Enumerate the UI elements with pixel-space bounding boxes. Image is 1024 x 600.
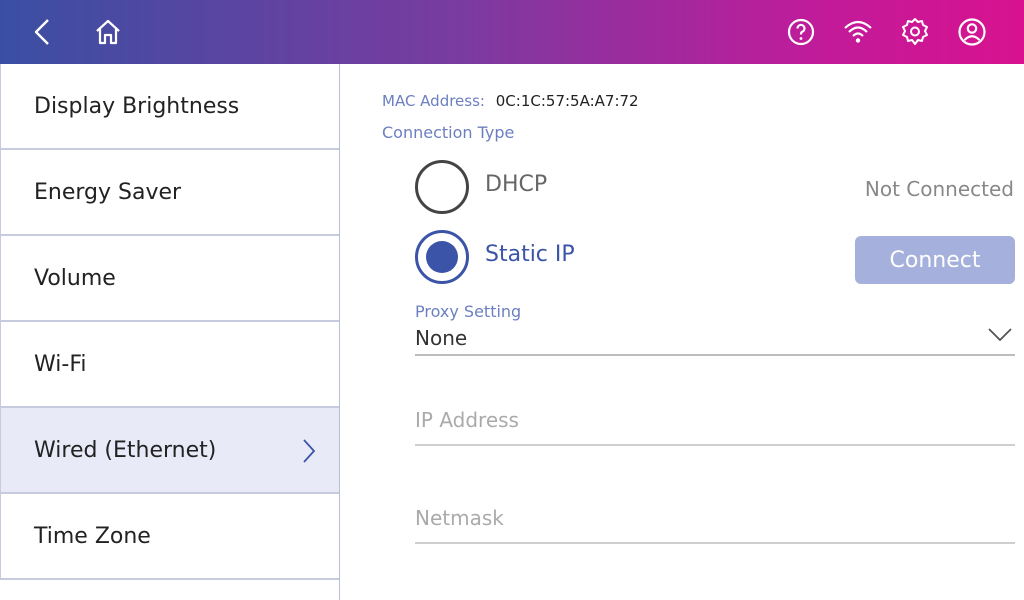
gear-icon[interactable] — [897, 14, 933, 50]
connect-button[interactable]: Connect — [855, 236, 1015, 284]
sidebar-item-label: Wi-Fi — [34, 351, 87, 377]
back-icon[interactable] — [24, 14, 60, 50]
static-ip-radio[interactable] — [415, 230, 469, 284]
proxy-setting-select[interactable]: None — [415, 326, 1015, 356]
connection-type-label: Connection Type — [382, 123, 515, 142]
proxy-setting-value: None — [415, 326, 468, 350]
sidebar-item-energy-saver[interactable]: Energy Saver — [0, 150, 339, 236]
connection-status: Not Connected — [864, 177, 1014, 201]
netmask-placeholder: Netmask — [415, 506, 504, 530]
ip-address-input[interactable]: IP Address — [415, 396, 1015, 446]
sidebar-item-label: Display Brightness — [34, 93, 240, 119]
chevron-down-icon — [988, 328, 1012, 342]
top-bar — [0, 0, 1024, 64]
sidebar-item-display-brightness[interactable]: Display Brightness — [0, 64, 339, 150]
sidebar-item-wifi[interactable]: Wi-Fi — [0, 322, 339, 408]
help-icon[interactable] — [783, 14, 819, 50]
account-icon[interactable] — [954, 14, 990, 50]
sidebar-item-label: Volume — [34, 265, 116, 291]
sidebar-item-label: Energy Saver — [34, 179, 182, 205]
mac-address-label: MAC Address: — [382, 92, 485, 110]
proxy-setting-label: Proxy Setting — [415, 302, 522, 321]
sidebar-item-time-zone[interactable]: Time Zone — [0, 494, 339, 580]
dhcp-label[interactable]: DHCP — [485, 172, 547, 197]
ip-address-placeholder: IP Address — [415, 408, 519, 432]
sidebar-item-volume[interactable]: Volume — [0, 236, 339, 322]
mac-address-value: 0C:1C:57:5A:A7:72 — [495, 92, 639, 110]
static-ip-label[interactable]: Static IP — [485, 242, 575, 267]
netmask-input[interactable]: Netmask — [415, 494, 1015, 544]
settings-sidebar: Display Brightness Energy Saver Volume W… — [0, 64, 340, 600]
sidebar-item-label: Wired (Ethernet) — [34, 437, 217, 463]
wifi-icon[interactable] — [840, 14, 876, 50]
sidebar-item-wired-ethernet[interactable]: Wired (Ethernet) — [0, 408, 339, 494]
dhcp-radio[interactable] — [415, 160, 469, 214]
home-icon[interactable] — [90, 14, 126, 50]
mac-address-row: MAC Address: 0C:1C:57:5A:A7:72 — [382, 92, 639, 110]
ethernet-settings-panel: MAC Address: 0C:1C:57:5A:A7:72 Connectio… — [341, 64, 1024, 600]
sidebar-item-label: Time Zone — [34, 523, 151, 549]
chevron-right-icon — [303, 439, 316, 463]
